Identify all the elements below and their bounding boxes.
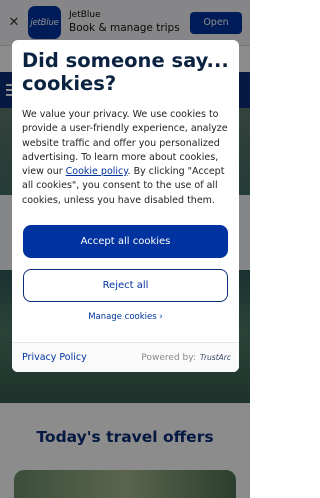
manage-cookies-link[interactable]: Manage cookies ›: [12, 312, 239, 322]
accept-all-cookies-button[interactable]: Accept all cookies: [23, 225, 228, 258]
powered-by-label: Powered by:: [141, 352, 196, 363]
cookie-consent-dialog: Did someone say... cookies? We value you…: [12, 40, 239, 372]
dialog-body: We value your privacy. We use cookies to…: [22, 108, 234, 208]
dialog-footer: Privacy Policy Powered by: TrustArc: [12, 342, 239, 372]
privacy-policy-link[interactable]: Privacy Policy: [22, 352, 141, 363]
dialog-title: Did someone say... cookies?: [22, 49, 229, 96]
reject-all-button[interactable]: Reject all: [23, 269, 228, 302]
cookie-policy-link[interactable]: Cookie policy: [66, 166, 128, 177]
trustarc-logo: TrustArc: [199, 353, 231, 362]
